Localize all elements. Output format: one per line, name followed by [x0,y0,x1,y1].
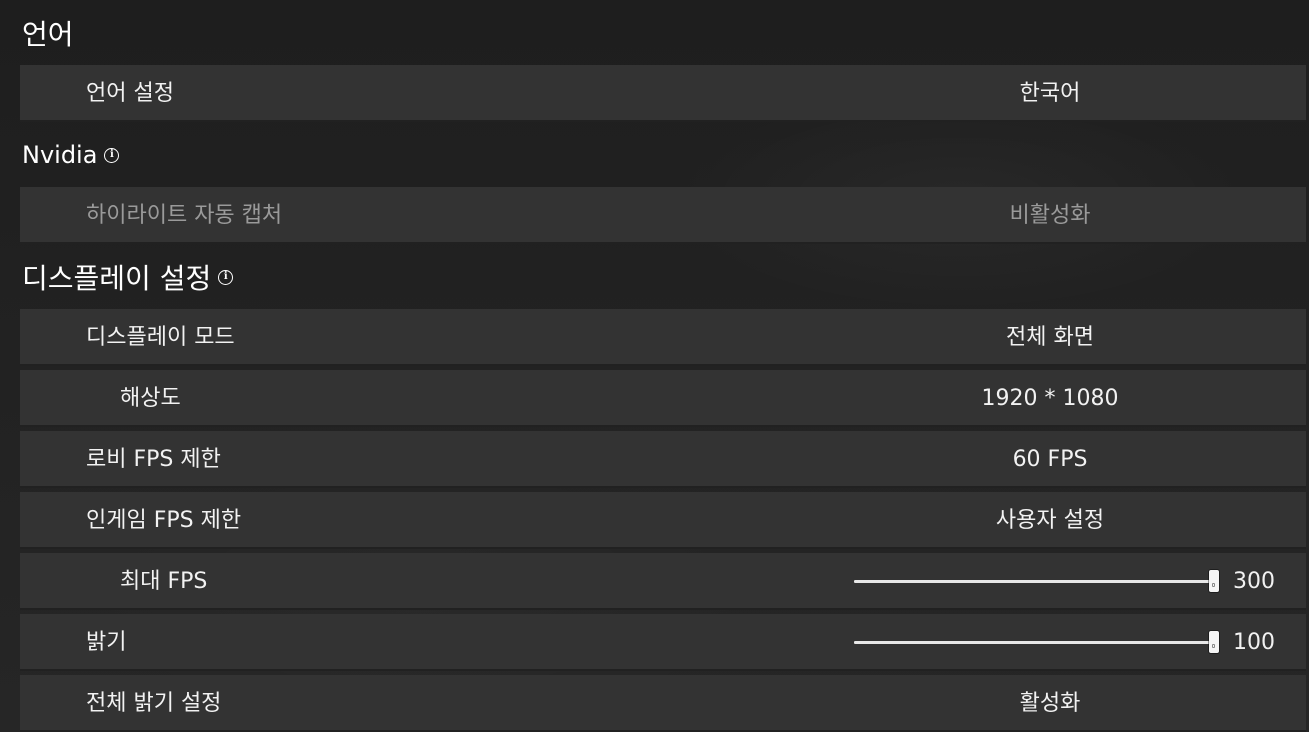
row-label-highlight-auto-capture: 하이라이트 자동 캡처 [86,203,283,228]
slider-thumb[interactable] [1209,631,1219,653]
row-label-global-brightness: 전체 밝기 설정 [86,691,222,716]
section-header-language: 언어 [22,10,74,56]
row-language-setting[interactable]: 언어 설정 한국어 [20,65,1306,122]
row-display-mode[interactable]: 디스플레이 모드 전체 화면 [20,309,1306,366]
row-label-display-mode: 디스플레이 모드 [86,325,235,350]
row-brightness[interactable]: 밝기 100 [20,614,1306,671]
row-label-brightness: 밝기 [86,630,127,655]
row-label-ingame-fps-limit: 인게임 FPS 제한 [86,508,242,533]
highlight-auto-capture-select: 비활성화 [1009,203,1091,228]
row-label-max-fps: 최대 FPS [120,569,208,594]
lobby-fps-limit-select[interactable]: 60 FPS [900,431,1200,488]
info-icon[interactable]: i [218,269,234,285]
brightness-value: 100 [1233,630,1275,655]
global-brightness-select[interactable]: 활성화 [900,675,1200,732]
row-max-fps[interactable]: 최대 FPS 300 [20,553,1306,610]
section-header-display: 디스플레이 설정 i [22,252,234,302]
info-icon[interactable]: i [104,147,120,163]
slider-thumb[interactable] [1209,570,1219,592]
brightness-slider[interactable] [854,614,1220,671]
row-label-resolution: 해상도 [120,386,181,411]
slider-fill [854,580,1214,583]
section-title-language: 언어 [22,18,74,51]
row-ingame-fps-limit[interactable]: 인게임 FPS 제한 사용자 설정 [20,492,1306,549]
max-fps-slider[interactable] [854,553,1220,610]
row-lobby-fps-limit[interactable]: 로비 FPS 제한 60 FPS [20,431,1306,488]
slider-fill [854,641,1214,644]
resolution-select[interactable]: 1920 * 1080 [900,370,1200,427]
ingame-fps-limit-select[interactable]: 사용자 설정 [900,492,1200,549]
display-mode-select[interactable]: 전체 화면 [900,309,1200,366]
settings-panel: 언어 언어 설정 한국어 Nvidia i 하이라이트 자동 캡처 비활성화 디… [0,0,1309,732]
row-label-lobby-fps-limit: 로비 FPS 제한 [86,447,221,472]
row-label-language-setting: 언어 설정 [86,81,174,106]
row-global-brightness[interactable]: 전체 밝기 설정 활성화 [20,675,1306,732]
max-fps-value: 300 [1233,569,1275,594]
row-resolution[interactable]: 해상도 1920 * 1080 [20,370,1306,427]
section-header-nvidia: Nvidia i [22,135,120,175]
section-title-display: 디스플레이 설정 [22,262,212,295]
language-select[interactable]: 한국어 [900,65,1200,122]
row-highlight-auto-capture: 하이라이트 자동 캡처 비활성화 [20,187,1306,244]
section-title-nvidia: Nvidia [22,141,98,169]
